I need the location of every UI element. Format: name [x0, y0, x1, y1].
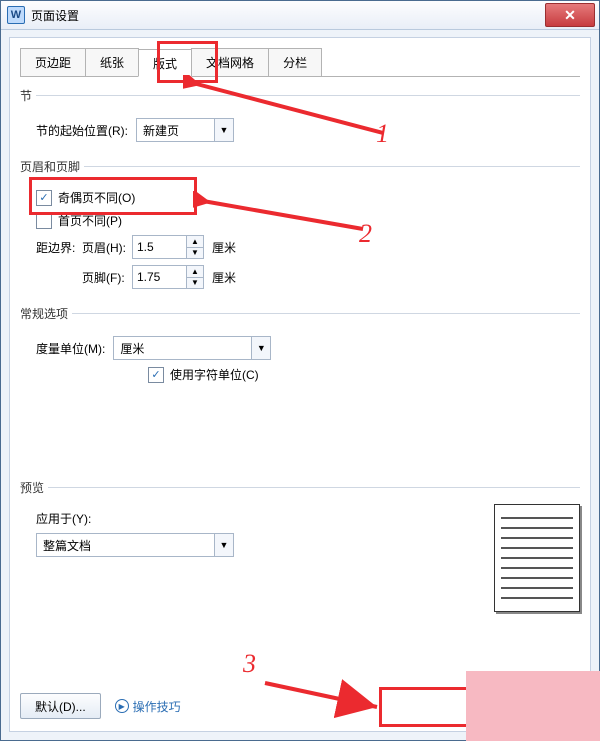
first-page-label: 首页不同(P)	[58, 212, 122, 229]
preview-thumbnail	[494, 504, 580, 612]
play-icon: ▶	[115, 699, 129, 713]
header-spin-buttons[interactable]: ▲▼	[186, 236, 203, 258]
group-section: 节 节的起始位置(R): 新建页 ▼	[20, 87, 580, 148]
group-general: 常规选项 度量单位(M): 厘米 ▼ ✓ 使用字符单位(C)	[20, 305, 580, 389]
close-icon: ✕	[564, 7, 576, 24]
button-row: 默认(D)... ▶ 操作技巧 确定	[20, 691, 580, 721]
titlebar: W 页面设置 ✕	[1, 1, 599, 30]
footer-spin[interactable]: ▲▼	[132, 265, 204, 289]
footer-label: 页脚(F):	[82, 269, 132, 286]
window-title: 页面设置	[31, 7, 545, 24]
tips-label: 操作技巧	[133, 698, 181, 715]
section-start-value: 新建页	[143, 122, 179, 139]
tab-paper[interactable]: 纸张	[85, 48, 139, 76]
group-preview-title: 预览	[20, 479, 48, 496]
chevron-down-icon: ▼	[214, 119, 233, 141]
apply-value: 整篇文档	[43, 537, 91, 554]
app-icon: W	[7, 6, 25, 24]
section-start-label: 节的起始位置(R):	[36, 122, 128, 139]
group-headerfooter: 页眉和页脚 ✓ 奇偶页不同(O) 首页不同(P) 距边界: 页眉(H): ▲▼ …	[20, 158, 580, 295]
odd-even-label: 奇偶页不同(O)	[58, 189, 135, 206]
header-unit: 厘米	[212, 239, 236, 256]
header-spin[interactable]: ▲▼	[132, 235, 204, 259]
default-button[interactable]: 默认(D)...	[20, 693, 101, 719]
footer-unit: 厘米	[212, 269, 236, 286]
close-button[interactable]: ✕	[545, 3, 595, 27]
unit-label: 度量单位(M):	[36, 340, 105, 357]
group-headerfooter-title: 页眉和页脚	[20, 158, 84, 175]
chevron-down-icon: ▼	[214, 534, 233, 556]
from-edge-label: 距边界:	[36, 239, 82, 256]
unit-value: 厘米	[120, 340, 144, 357]
odd-even-checkbox[interactable]: ✓	[36, 190, 52, 206]
chevron-up-icon: ▲	[187, 266, 203, 278]
tab-columns[interactable]: 分栏	[268, 48, 322, 76]
first-page-checkbox[interactable]	[36, 213, 52, 229]
char-unit-checkbox[interactable]: ✓	[148, 367, 164, 383]
tips-link[interactable]: ▶ 操作技巧	[115, 698, 181, 715]
tab-layout[interactable]: 版式	[138, 49, 192, 77]
chevron-up-icon: ▲	[187, 236, 203, 248]
ok-button[interactable]: 确定	[474, 693, 580, 719]
group-section-title: 节	[20, 87, 36, 104]
section-start-combo[interactable]: 新建页 ▼	[136, 118, 234, 142]
apply-label: 应用于(Y):	[36, 510, 91, 527]
group-preview: 预览 应用于(Y): 整篇文档 ▼	[20, 479, 580, 612]
footer-input[interactable]	[133, 266, 186, 288]
group-general-title: 常规选项	[20, 305, 72, 322]
dialog-window: W 页面设置 ✕ 页边距 纸张 版式 文档网格 分栏 节 节的起始位置(R): …	[0, 0, 600, 741]
tab-bar: 页边距 纸张 版式 文档网格 分栏	[20, 48, 580, 77]
chevron-down-icon: ▼	[251, 337, 270, 359]
header-input[interactable]	[133, 236, 186, 258]
char-unit-label: 使用字符单位(C)	[170, 366, 259, 383]
tab-margin[interactable]: 页边距	[20, 48, 86, 76]
tab-grid[interactable]: 文档网格	[191, 48, 269, 76]
unit-combo[interactable]: 厘米 ▼	[113, 336, 271, 360]
dialog-body: 页边距 纸张 版式 文档网格 分栏 节 节的起始位置(R): 新建页 ▼ 页眉和…	[9, 37, 591, 732]
chevron-down-icon: ▼	[187, 248, 203, 259]
chevron-down-icon: ▼	[187, 278, 203, 289]
header-label: 页眉(H):	[82, 239, 132, 256]
footer-spin-buttons[interactable]: ▲▼	[186, 266, 203, 288]
apply-combo[interactable]: 整篇文档 ▼	[36, 533, 234, 557]
